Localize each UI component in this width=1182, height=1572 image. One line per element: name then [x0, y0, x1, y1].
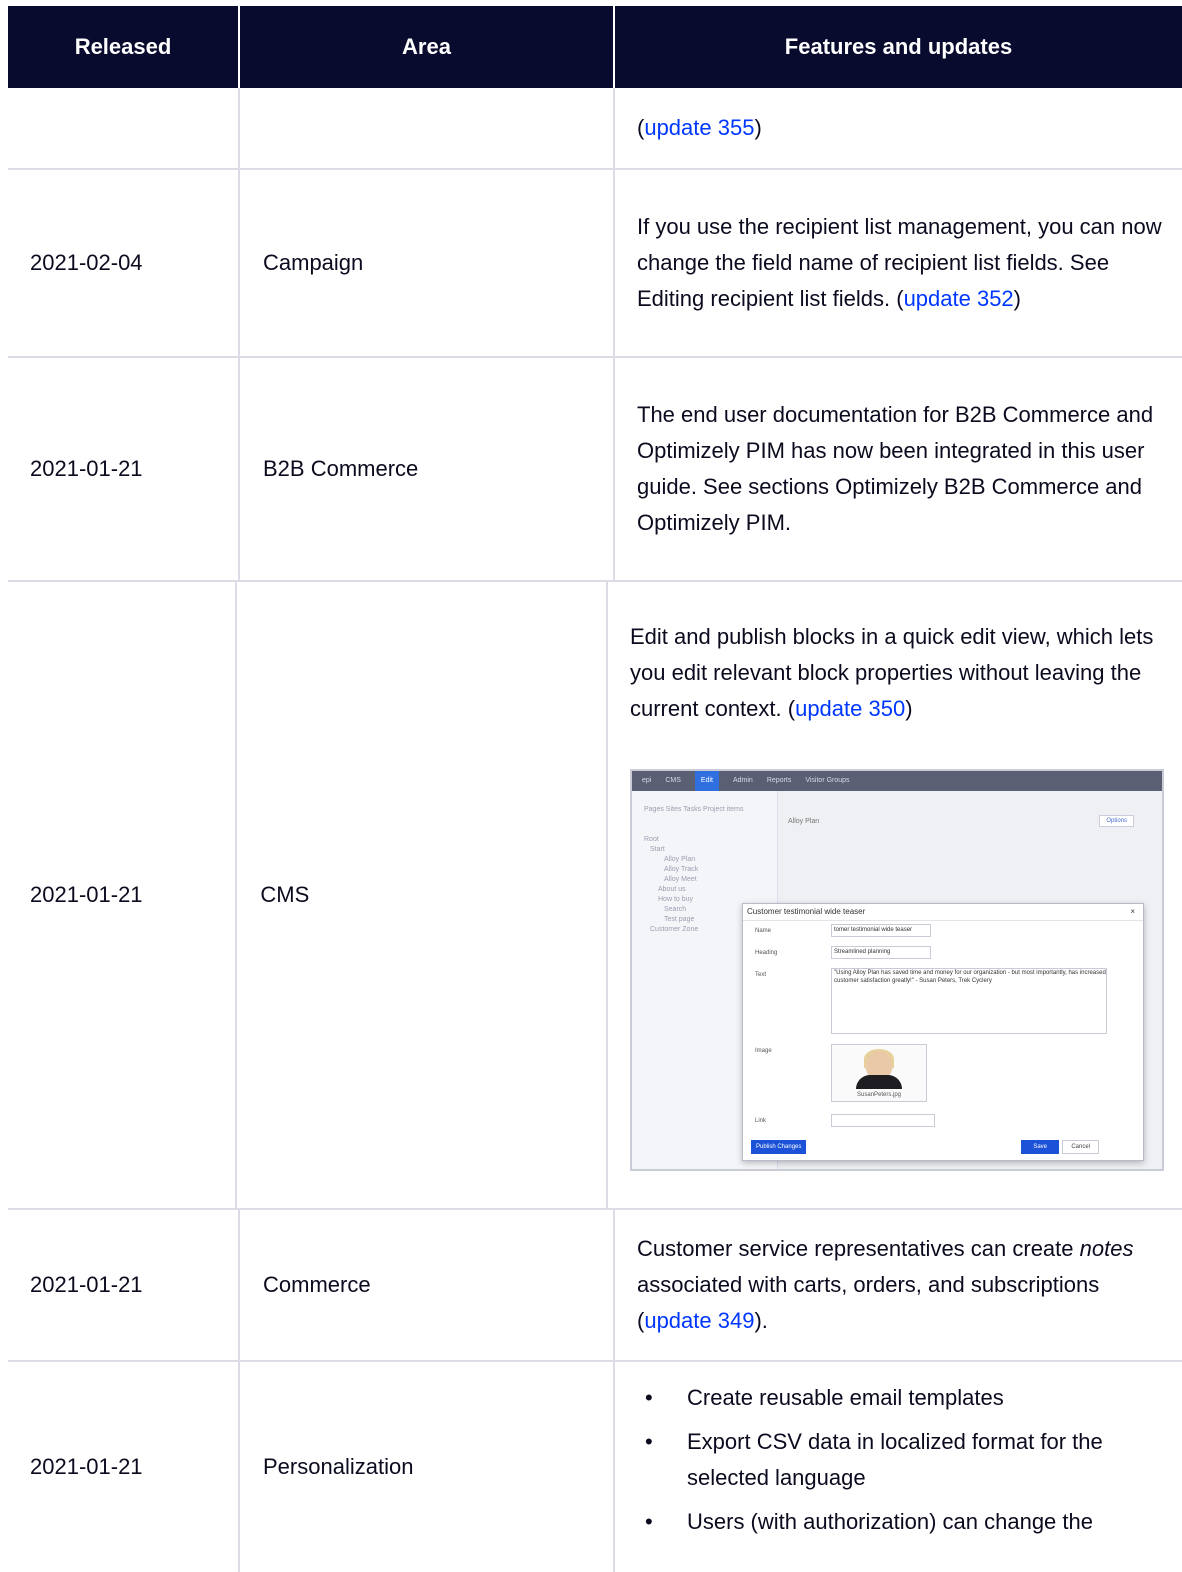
- publish-changes-button: Publish Changes: [751, 1140, 807, 1154]
- header-area: Area: [238, 6, 613, 88]
- released-cell: 2021-01-21: [30, 882, 143, 907]
- header-released: Released: [74, 34, 172, 59]
- header-features: Features and updates: [613, 6, 1182, 88]
- update-link[interactable]: update 350: [795, 696, 905, 721]
- area-cell: Personalization: [238, 1362, 613, 1572]
- text: The end user documentation for B2B Comme…: [637, 402, 1154, 535]
- portrait-body: [856, 1075, 902, 1089]
- features-cell: (update 355): [613, 88, 1182, 168]
- link-input: [831, 1114, 935, 1127]
- table-row: 2021-01-21 B2B Commerce The end user doc…: [8, 358, 1182, 582]
- text: ): [1013, 286, 1021, 311]
- table-header: Released Area Features and updates: [8, 6, 1182, 88]
- area-cell: CMS: [235, 582, 606, 1208]
- field-label: Heading: [755, 950, 778, 956]
- list-item: Users (with authorization) can change th…: [637, 1504, 1164, 1540]
- area-cell: Commerce: [238, 1210, 613, 1360]
- area-cell: Campaign: [238, 170, 613, 356]
- update-link[interactable]: update 352: [904, 286, 1014, 311]
- heading-input: Streamlined planning: [831, 946, 931, 959]
- text-italic: notes: [1079, 1236, 1134, 1261]
- table-row: 2021-01-21 Personalization Create reusab…: [8, 1362, 1182, 1572]
- tree-item: Alloy Plan: [664, 856, 696, 863]
- field-label: Text: [755, 972, 767, 978]
- text: ): [905, 696, 913, 721]
- name-input: tomer testimonial wide teaser: [831, 924, 931, 937]
- logo: epi: [642, 777, 652, 784]
- image-thumbnail: SusanPeters.jpg: [831, 1044, 927, 1102]
- update-link[interactable]: update 349: [644, 1308, 754, 1333]
- released-cell: [8, 88, 238, 168]
- area-cell: B2B Commerce: [238, 358, 613, 580]
- cms-topbar: epi CMS Edit Admin Reports Visitor Group…: [632, 771, 1162, 791]
- tree-item: Alloy Meet: [664, 876, 697, 883]
- image-filename: SusanPeters.jpg: [856, 1092, 902, 1098]
- update-link[interactable]: update 355: [644, 115, 754, 140]
- features-cell: If you use the recipient list management…: [613, 170, 1182, 356]
- text: ).: [754, 1308, 768, 1333]
- text: If you use the recipient list management…: [637, 214, 1162, 311]
- released-cell: 2021-01-21: [30, 456, 143, 481]
- tree-item: About us: [658, 886, 686, 893]
- table-row: 2021-01-21 CMS Edit and publish blocks i…: [8, 582, 1182, 1210]
- topbar-cms: CMS: [665, 777, 681, 784]
- topbar-visitor-groups: Visitor Groups: [805, 777, 850, 784]
- text: ): [754, 115, 762, 140]
- released-cell: 2021-01-21: [30, 1454, 143, 1479]
- text-area: "Using Alloy Plan has saved time and mon…: [831, 968, 1107, 1034]
- dialog-title: Customer testimonial wide teaser: [747, 907, 866, 916]
- list-item: Create reusable email templates: [637, 1380, 1164, 1416]
- features-cell: The end user documentation for B2B Comme…: [613, 358, 1182, 580]
- table-row: 2021-01-21 Commerce Customer service rep…: [8, 1210, 1182, 1362]
- released-cell: 2021-02-04: [30, 250, 143, 275]
- tree-item: Alloy Track: [664, 866, 699, 873]
- save-button: Save: [1021, 1140, 1059, 1154]
- released-cell: 2021-01-21: [30, 1272, 143, 1297]
- tree-tabs: Pages Sites Tasks Project items: [644, 806, 744, 813]
- features-cell: Create reusable email templates Export C…: [613, 1362, 1182, 1572]
- topbar-admin: Admin: [732, 777, 753, 784]
- features-cell: Customer service representatives can cre…: [613, 1210, 1182, 1360]
- table-row: (update 355): [8, 88, 1182, 170]
- list-item: Export CSV data in localized format for …: [637, 1424, 1164, 1496]
- tree-item: Root: [644, 836, 659, 843]
- text: Customer service representatives can cre…: [637, 1236, 1080, 1261]
- feature-list: Create reusable email templates Export C…: [637, 1380, 1164, 1548]
- topbar-reports: Reports: [766, 777, 792, 784]
- page-title: Alloy Plan: [788, 818, 820, 825]
- tree-item: Start: [650, 846, 665, 853]
- table-row: 2021-02-04 Campaign If you use the recip…: [8, 170, 1182, 358]
- cancel-button: Cancel: [1062, 1140, 1099, 1154]
- area-cell: [238, 88, 613, 168]
- topbar-edit: Edit: [694, 771, 719, 791]
- quick-edit-screenshot: epi CMS Edit Admin Reports Visitor Group…: [630, 769, 1164, 1171]
- field-label: Name: [755, 928, 772, 934]
- field-label: Image: [755, 1048, 772, 1054]
- quick-edit-dialog: Customer testimonial wide teaser × Name t…: [742, 903, 1144, 1161]
- close-icon: ×: [1130, 907, 1135, 916]
- options-button: Options: [1099, 815, 1134, 827]
- field-label: Link: [755, 1118, 767, 1124]
- release-notes-table: Released Area Features and updates (upda…: [8, 6, 1182, 1572]
- features-cell: Edit and publish blocks in a quick edit …: [606, 582, 1182, 1208]
